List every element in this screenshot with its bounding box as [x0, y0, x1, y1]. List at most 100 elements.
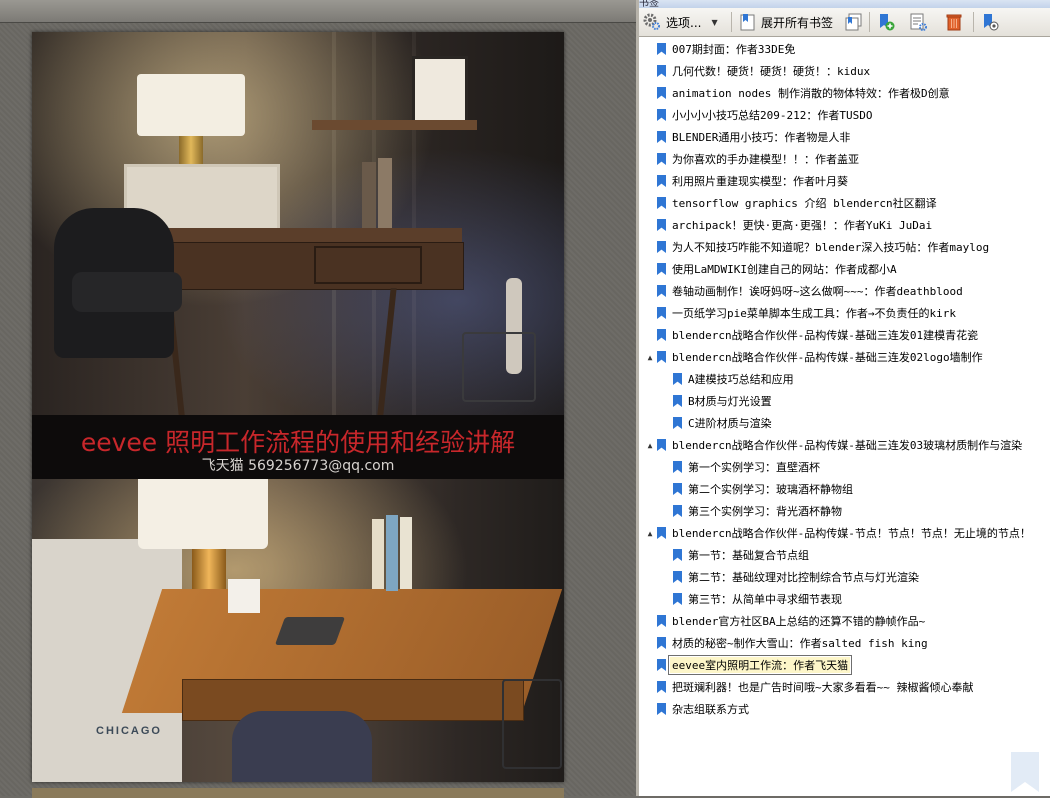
bookmark-view-button[interactable]: [981, 11, 999, 33]
bookmark-icon: [657, 43, 666, 55]
bookmark-label: 为你喜欢的手办建模型！！：作者盖亚: [672, 153, 859, 166]
bookmark-item[interactable]: archipack！更快·更高·更强！：作者YuKi JuDai: [639, 214, 1050, 236]
bookmark-item[interactable]: 卷轴动画制作！诶呀妈呀~这么做啊~~~：作者deathblood: [639, 280, 1050, 302]
bookmark-item[interactable]: 小小小小技巧总结209-212：作者TUSDO: [639, 104, 1050, 126]
options-button[interactable]: 选项... ▼: [643, 11, 718, 33]
bookmark-icon: [657, 219, 666, 231]
bookmark-icon: [673, 461, 682, 473]
bookmark-label: A建模技巧总结和应用: [688, 373, 794, 386]
bookmark-label: 为人不知技巧咋能不知道呢？blender深入技巧帖：作者maylog: [672, 241, 990, 254]
bookmark-icon: [657, 285, 666, 297]
expand-toggle-icon[interactable]: ▲: [645, 353, 655, 362]
bookmark-label: 材质的秘密~制作大雪山：作者salted fish king: [672, 637, 928, 650]
bookmark-item[interactable]: 第二个实例学习：玻璃酒杯静物组: [639, 478, 1050, 500]
photo-caption: CHICAGO: [96, 725, 162, 737]
bookmarks-panel: 书签 选项... ▼ 展开所有书签 007期封面：作者33DE免 几何代数！硬货…: [636, 0, 1050, 796]
bookmark-item[interactable]: 几何代数！硬货！硬货！硬货！：kidux: [639, 60, 1050, 82]
bookmark-icon: [657, 703, 666, 715]
bookmark-item[interactable]: 第二节：基础纹理对比控制综合节点与灯光渲染: [639, 566, 1050, 588]
bookmark-label: 第二个实例学习：玻璃酒杯静物组: [688, 483, 853, 496]
bookmark-label: 杂志组联系方式: [672, 703, 749, 716]
bookmark-properties-button[interactable]: [909, 11, 927, 33]
bookmark-label: 一页纸学习pie菜单脚本生成工具：作者→不负责任的kirk: [672, 307, 956, 320]
bookmark-icon: [673, 593, 682, 605]
toolbar-separator: [869, 12, 870, 32]
bookmark-list[interactable]: 007期封面：作者33DE免几何代数！硬货！硬货！硬货！：kidux animat…: [639, 36, 1050, 796]
bookmark-label: animation nodes 制作消散的物体特效：作者极D创意: [672, 87, 950, 100]
bookmark-item[interactable]: 把斑斓利器！也是广告时间哦~大家多看看~~ 辣椒酱倾心奉献: [639, 676, 1050, 698]
bookmark-label: B材质与灯光设置: [688, 395, 772, 408]
bookmark-item[interactable]: ▲ blendercn战略合作伙伴-品构传媒-节点！节点！节点！无止境的节点！: [639, 522, 1050, 544]
bookmark-label: 第三个实例学习：背光酒杯静物: [688, 505, 842, 518]
bookmark-label: 第一个实例学习：直壁酒杯: [688, 461, 820, 474]
bookmark-icon: [673, 483, 682, 495]
bookmark-item[interactable]: 使用LaMDWIKI创建自己的网站：作者成都小A: [639, 258, 1050, 280]
bookmark-item[interactable]: A建模技巧总结和应用: [639, 368, 1050, 390]
bookmark-view-icon: [981, 13, 999, 31]
options-label: 选项...: [666, 15, 702, 30]
bookmark-label: 把斑斓利器！也是广告时间哦~大家多看看~~ 辣椒酱倾心奉献: [672, 681, 974, 694]
room-render-image-bottom: CHICAGO: [32, 479, 564, 782]
document-viewer[interactable]: eevee 照明工作流程的使用和经验讲解 飞天猫 569256773@qq.co…: [0, 0, 636, 798]
expand-all-label: 展开所有书签: [761, 15, 834, 30]
expand-all-button[interactable]: 展开所有书签: [739, 11, 833, 33]
bookmark-item[interactable]: ▲ blendercn战略合作伙伴-品构传媒-基础三连发02logo墙制作: [639, 346, 1050, 368]
bookmark-label: 卷轴动画制作！诶呀妈呀~这么做啊~~~：作者deathblood: [672, 285, 963, 298]
delete-bookmark-button[interactable]: [945, 11, 963, 33]
bookmark-icon: [657, 681, 666, 693]
bookmark-label: 利用照片重建现实模型：作者叶月葵: [672, 175, 848, 188]
bookmark-icon: [657, 109, 666, 121]
bookmark-item[interactable]: 一页纸学习pie菜单脚本生成工具：作者→不负责任的kirk: [639, 302, 1050, 324]
bookmark-item[interactable]: 利用照片重建现实模型：作者叶月葵: [639, 170, 1050, 192]
expand-bookmarks-icon: [739, 13, 757, 31]
bookmark-item[interactable]: tensorflow graphics 介绍 blendercn社区翻译: [639, 192, 1050, 214]
bookmark-label: 第三节：从简单中寻求细节表现: [688, 593, 842, 606]
bookmark-icon: [657, 637, 666, 649]
bookmark-label: blendercn战略合作伙伴-品构传媒-基础三连发03玻璃材质制作与渲染: [672, 439, 1023, 452]
bookmark-icon: [657, 615, 666, 627]
gear-icon: [643, 13, 661, 31]
bookmark-icon: [657, 439, 666, 451]
expand-toggle-icon[interactable]: ▲: [645, 441, 655, 450]
bookmark-icon: [657, 351, 666, 363]
bookmark-item[interactable]: 杂志组联系方式: [639, 698, 1050, 720]
bookmark-item[interactable]: ▲ blendercn战略合作伙伴-品构传媒-基础三连发03玻璃材质制作与渲染: [639, 434, 1050, 456]
bookmark-item[interactable]: blendercn战略合作伙伴-品构传媒-基础三连发01建模青花瓷: [639, 324, 1050, 346]
bookmark-icon: [673, 373, 682, 385]
bookmark-item[interactable]: 007期封面：作者33DE免: [639, 38, 1050, 60]
next-page-edge: [32, 788, 564, 798]
properties-icon: [909, 13, 927, 31]
bookmark-item[interactable]: BLENDER通用小技巧：作者物是人非: [639, 126, 1050, 148]
bookmark-item[interactable]: C进阶材质与渲染: [639, 412, 1050, 434]
bookmark-icon: [657, 241, 666, 253]
bookmark-item[interactable]: 第三节：从简单中寻求细节表现: [639, 588, 1050, 610]
bookmark-item[interactable]: 为你喜欢的手办建模型！！：作者盖亚: [639, 148, 1050, 170]
bookmark-item[interactable]: 第一个实例学习：直壁酒杯: [639, 456, 1050, 478]
bookmark-icon: [657, 87, 666, 99]
bookmark-label: 几何代数！硬货！硬货！硬货！：kidux: [672, 65, 871, 78]
document-page: eevee 照明工作流程的使用和经验讲解 飞天猫 569256773@qq.co…: [32, 32, 564, 782]
viewer-top-strip: [0, 0, 636, 23]
bookmark-icon: [657, 65, 666, 77]
bookmark-label: BLENDER通用小技巧：作者物是人非: [672, 131, 851, 144]
add-bookmark-button[interactable]: [877, 11, 895, 33]
bookmark-item[interactable]: 为人不知技巧咋能不知道呢？blender深入技巧帖：作者maylog: [639, 236, 1050, 258]
bookmark-label: blender官方社区BA上总结的还算不错的静帧作品~: [672, 615, 926, 628]
bookmark-item-selected[interactable]: eevee室内照明工作流：作者飞天猫: [639, 654, 1050, 676]
chevron-down-icon: ▼: [711, 17, 718, 27]
bookmark-icon: [657, 329, 666, 341]
bookmark-icon: [673, 395, 682, 407]
bookmark-icon: [657, 175, 666, 187]
bookmark-item[interactable]: 材质的秘密~制作大雪山：作者salted fish king: [639, 632, 1050, 654]
bookmark-item[interactable]: blender官方社区BA上总结的还算不错的静帧作品~: [639, 610, 1050, 632]
collapse-button[interactable]: [845, 11, 863, 33]
bookmark-label: archipack！更快·更高·更强！：作者YuKi JuDai: [672, 219, 933, 232]
title-banner: eevee 照明工作流程的使用和经验讲解 飞天猫 569256773@qq.co…: [32, 415, 564, 479]
bookmark-label: 007期封面：作者33DE免: [672, 43, 796, 56]
bookmark-item[interactable]: B材质与灯光设置: [639, 390, 1050, 412]
bookmark-item[interactable]: 第一节：基础复合节点组: [639, 544, 1050, 566]
bookmark-item[interactable]: animation nodes 制作消散的物体特效：作者极D创意: [639, 82, 1050, 104]
expand-toggle-icon[interactable]: ▲: [645, 529, 655, 538]
bookmark-item[interactable]: 第三个实例学习：背光酒杯静物: [639, 500, 1050, 522]
bookmark-label: blendercn战略合作伙伴-品构传媒-基础三连发01建模青花瓷: [672, 329, 979, 342]
